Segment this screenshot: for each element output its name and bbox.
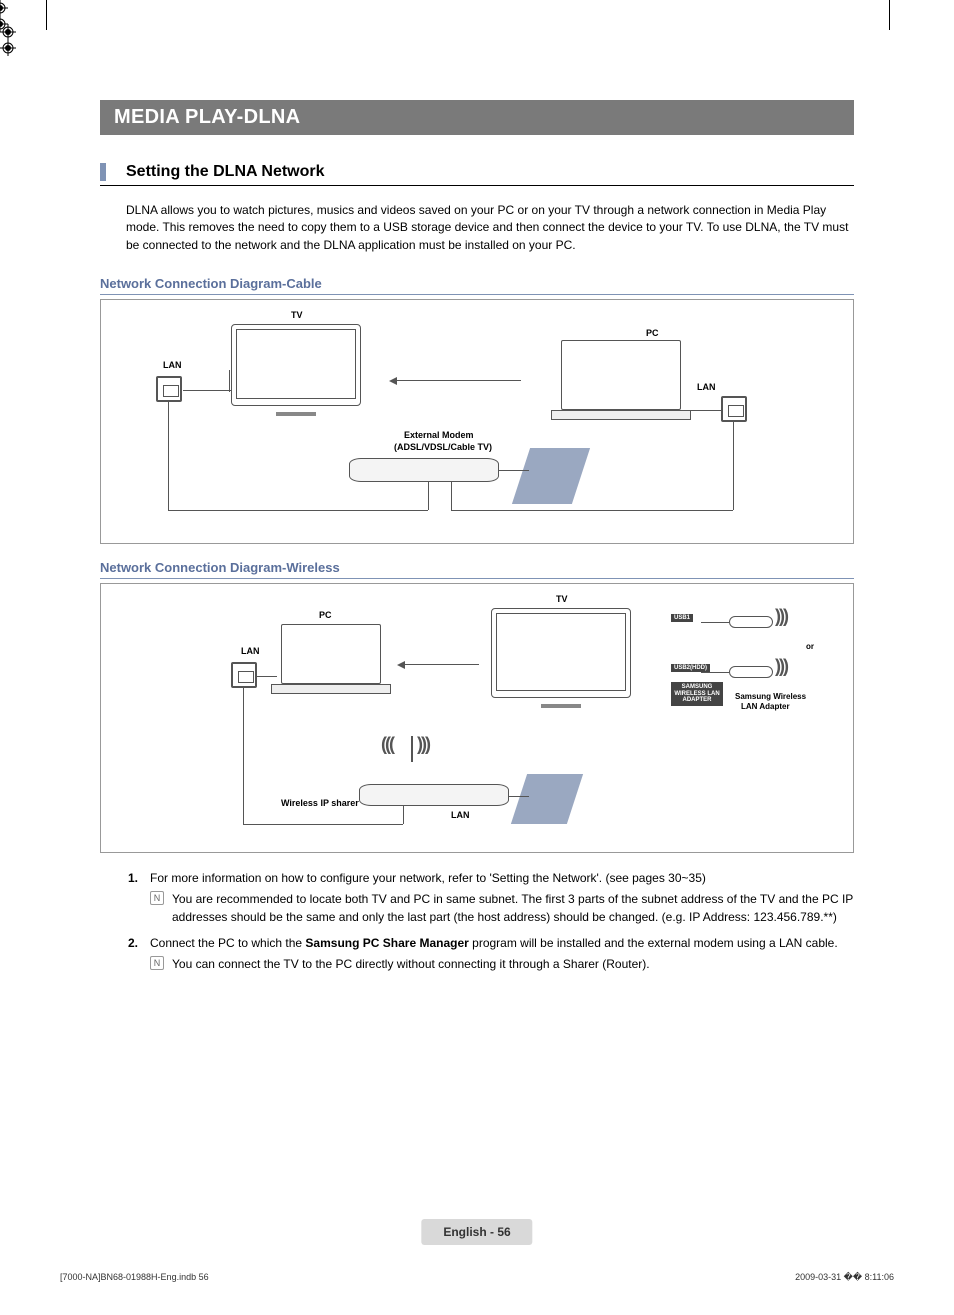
tv-stand-icon (541, 704, 581, 708)
lan-port-icon (231, 662, 257, 688)
tv-stand-icon (276, 412, 316, 416)
cable-icon (243, 688, 244, 824)
subheading-wireless: Network Connection Diagram-Wireless (100, 560, 854, 579)
laptop-screen-icon (281, 624, 381, 684)
note-icon: N (150, 891, 164, 905)
crop-mark (46, 0, 47, 30)
usb-adapter-icon (729, 616, 773, 628)
step-1: 1. For more information on how to config… (128, 871, 854, 926)
step-1-text: For more information on how to configure… (150, 871, 706, 885)
registration-mark-icon (0, 40, 16, 56)
subheading-cable: Network Connection Diagram-Cable (100, 276, 854, 295)
section-heading-row: Setting the DLNA Network (100, 163, 854, 186)
wall-jack-icon (512, 448, 590, 504)
page-content: MEDIA PLAY-DLNA Setting the DLNA Network… (100, 100, 854, 983)
wall-jack-icon (511, 774, 583, 824)
step-2-note: N You can connect the TV to the PC direc… (150, 956, 854, 973)
step-number: 1. (128, 871, 138, 885)
cable-icon (691, 410, 721, 411)
chapter-header: MEDIA PLAY-DLNA (100, 100, 854, 135)
step-2-text-bold: Samsung PC Share Manager (305, 936, 468, 950)
print-metadata: [7000-NA]BN68-01988H-Eng.indb 56 2009-03… (60, 1272, 894, 1283)
cable-icon (701, 622, 729, 623)
wifi-waves-icon: ))) (775, 606, 787, 627)
laptop-base-icon (271, 684, 391, 694)
cable-icon (183, 390, 231, 391)
section-accent-bar (100, 163, 106, 181)
label-lan-right: LAN (697, 382, 716, 392)
cable-icon (428, 482, 429, 510)
step-2-text: Connect the PC to which the Samsung PC S… (150, 936, 838, 950)
cable-icon (733, 422, 734, 510)
modem-icon (349, 458, 499, 482)
registration-mark-icon (0, 0, 8, 16)
label-lan-left: LAN (241, 646, 260, 656)
cable-icon (243, 824, 403, 825)
label-pc: PC (646, 328, 659, 338)
steps-list: 1. For more information on how to config… (128, 871, 854, 973)
label-lan-left: LAN (163, 360, 182, 370)
step-1-note-text: You are recommended to locate both TV an… (172, 891, 854, 926)
cable-icon (451, 510, 733, 511)
cable-icon (499, 470, 529, 471)
cable-icon (403, 806, 404, 824)
note-icon: N (150, 956, 164, 970)
intro-paragraph: DLNA allows you to watch pictures, music… (126, 202, 854, 254)
cable-icon (701, 672, 729, 673)
tv-screen-icon (236, 329, 356, 399)
label-adapter-title: Samsung Wireless (735, 692, 806, 701)
cable-icon (257, 676, 277, 677)
diagram-cable: TV PC LAN LAN External Modem (ADSL/VDSL/… (100, 299, 854, 544)
cable-icon (509, 796, 529, 797)
chapter-title: MEDIA PLAY-DLNA (114, 106, 300, 128)
antenna-icon (411, 736, 413, 762)
lan-port-icon (156, 376, 182, 402)
step-2: 2. Connect the PC to which the Samsung P… (128, 936, 854, 973)
cable-icon (451, 482, 452, 510)
cable-icon (229, 370, 230, 392)
arrow-left-icon (399, 664, 479, 665)
tv-port-label-usb2: USB2(HDD) (671, 664, 710, 672)
arrow-left-icon (391, 380, 521, 381)
diagram-wireless: TV PC LAN LAN or Samsung Wireless LAN Ad… (100, 583, 854, 853)
step-2-note-text: You can connect the TV to the PC directl… (172, 956, 650, 973)
page-label: English - 56 (443, 1225, 510, 1239)
usb-adapter-icon (729, 666, 773, 678)
label-modem-title: External Modem (404, 430, 474, 440)
step-number: 2. (128, 936, 138, 950)
print-meta-right: 2009-03-31 �� 8:11:06 (795, 1272, 894, 1283)
crop-mark (889, 0, 890, 30)
step-2-text-before: Connect the PC to which the (150, 936, 305, 950)
print-meta-left: [7000-NA]BN68-01988H-Eng.indb 56 (60, 1272, 209, 1283)
router-icon (359, 784, 509, 806)
section-heading: Setting the DLNA Network (126, 163, 325, 181)
wifi-waves-icon: ((( (381, 734, 393, 755)
step-2-text-after: program will be installed and the extern… (469, 936, 838, 950)
step-1-note: N You are recommended to locate both TV … (150, 891, 854, 926)
wifi-waves-icon: ))) (775, 656, 787, 677)
tv-port-label-adapter: SAMSUNG WIRELESS LAN ADAPTER (671, 682, 723, 706)
tv-screen-icon (496, 613, 626, 691)
laptop-screen-icon (561, 340, 681, 410)
label-or: or (806, 642, 814, 651)
laptop-base-icon (551, 410, 691, 420)
label-lan-bottom: LAN (451, 810, 470, 820)
lan-port-icon (721, 396, 747, 422)
label-pc: PC (319, 610, 332, 620)
label-adapter-sub: LAN Adapter (741, 702, 790, 711)
label-modem-sub: (ADSL/VDSL/Cable TV) (394, 442, 492, 452)
cable-icon (168, 402, 169, 510)
page-footer: English - 56 (421, 1219, 532, 1245)
registration-mark-icon (0, 24, 16, 40)
label-tv: TV (291, 310, 303, 320)
cable-icon (168, 510, 428, 511)
tv-port-label-usb1: USB1 (671, 614, 693, 622)
wifi-waves-icon: ))) (417, 734, 429, 755)
label-sharer: Wireless IP sharer (281, 798, 359, 808)
label-tv: TV (556, 594, 568, 604)
